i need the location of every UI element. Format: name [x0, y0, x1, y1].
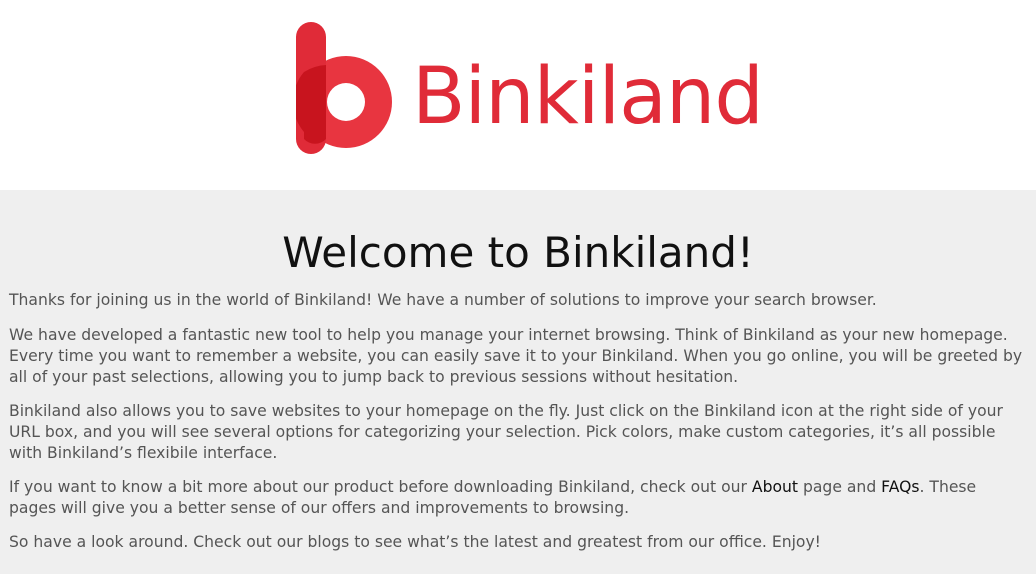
tool-description-paragraph: We have developed a fantastic new tool t… [9, 326, 1023, 386]
faqs-link[interactable]: FAQs [881, 478, 919, 496]
main-content: Welcome to Binkiland! Thanks for joining… [0, 190, 1036, 574]
learn-more-text-2: page and [798, 478, 882, 496]
brand-name: Binkiland [412, 52, 764, 142]
intro-paragraph: Thanks for joining us in the world of Bi… [9, 291, 877, 309]
page-title: Welcome to Binkiland! [282, 228, 754, 277]
brand-logo[interactable]: Binkiland [296, 18, 764, 158]
about-link[interactable]: About [752, 478, 798, 496]
closing-paragraph: So have a look around. Check out our blo… [9, 533, 821, 551]
learn-more-paragraph: If you want to know a bit more about our… [9, 477, 1027, 519]
learn-more-text-1: If you want to know a bit more about our… [9, 478, 752, 496]
site-header: Binkiland [0, 0, 1036, 190]
save-websites-paragraph: Binkiland also allows you to save websit… [9, 402, 1003, 462]
binkiland-b-logo-icon [296, 22, 392, 154]
